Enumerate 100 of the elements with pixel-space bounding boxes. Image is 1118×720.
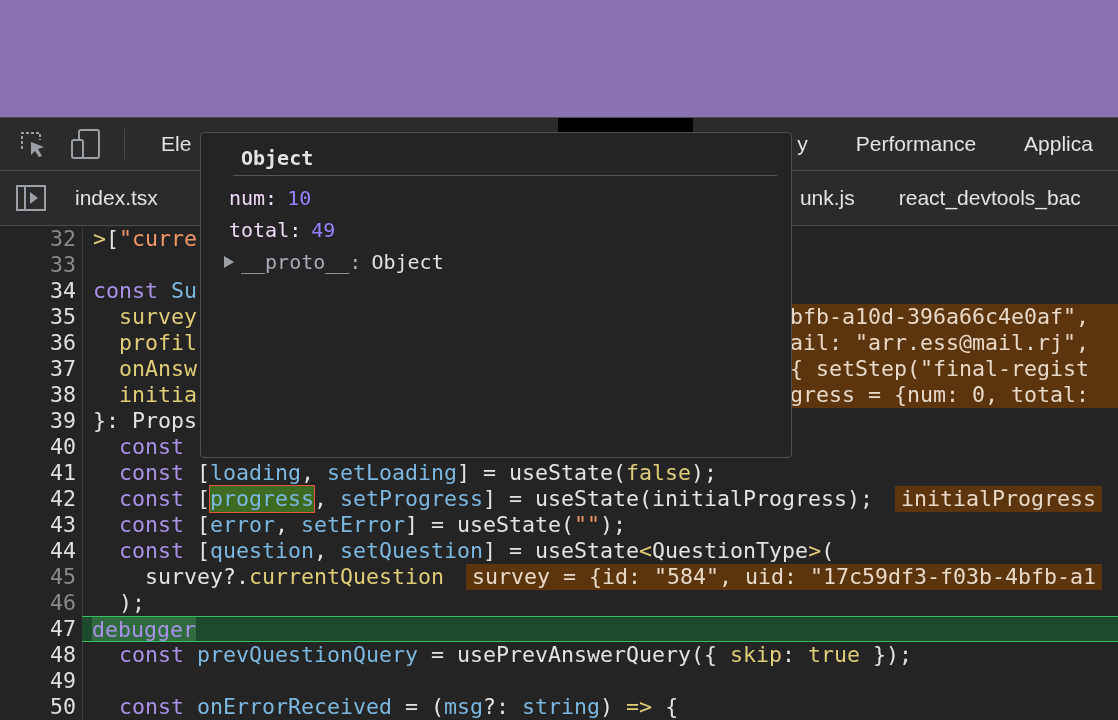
file-tab[interactable]: index.tsx <box>75 186 158 210</box>
code-token: ] = useState <box>483 538 640 564</box>
code-token: [ <box>196 512 211 538</box>
code-token: msg <box>444 694 484 720</box>
code-token: onAnsw <box>118 356 197 382</box>
line-number[interactable]: 32 <box>0 226 83 252</box>
code-token: currentQuestion <box>249 564 445 590</box>
code-token: { <box>664 694 679 720</box>
line-number[interactable]: 44 <box>0 538 83 564</box>
code-token: = usePrevAnswerQuery({ <box>430 642 719 668</box>
code-token: prevQuestionQuery <box>196 642 419 668</box>
hovered-token: progress <box>210 486 315 512</box>
sidebar-toggle-icon[interactable] <box>16 185 46 211</box>
code-token: true <box>808 642 861 668</box>
code-token: onErrorReceived <box>196 694 393 720</box>
line-number[interactable]: 36 <box>0 330 83 356</box>
code-token: [ <box>106 226 120 252</box>
line-number[interactable]: 41 <box>0 460 83 486</box>
panel-tab[interactable]: Performance <box>855 132 977 156</box>
code-token: , <box>314 486 329 512</box>
code-token: [ <box>196 538 211 564</box>
line-number[interactable]: 43 <box>0 512 83 538</box>
code-token: , <box>314 538 329 564</box>
code-token: string <box>522 694 601 720</box>
code-token: = ( <box>404 694 445 720</box>
code-token: const <box>118 642 184 668</box>
panel-tab[interactable]: y <box>797 132 808 156</box>
code-token: "curre <box>119 226 198 252</box>
file-tab[interactable]: unk.js <box>799 186 855 210</box>
code-token: survey?. <box>144 564 249 590</box>
panel-tab[interactable]: Applica <box>1024 132 1093 156</box>
code-token: : <box>782 642 797 668</box>
line-number[interactable]: 46 <box>0 590 83 616</box>
code-token: ] = useState( <box>457 460 627 486</box>
property-key: total: <box>229 214 302 246</box>
code-token: const <box>118 434 184 460</box>
line-number[interactable]: 38 <box>0 382 83 408</box>
code-token: => <box>626 694 653 720</box>
code-token: [ <box>196 460 211 486</box>
code-token: skip <box>730 642 783 668</box>
line-number[interactable]: 35 <box>0 304 83 330</box>
code-token: setLoading <box>327 460 458 486</box>
property-key: __proto__: <box>241 246 362 278</box>
line-number[interactable]: 49 <box>0 668 83 694</box>
code-token: ?: <box>483 694 511 720</box>
code-token: error <box>210 512 276 538</box>
line-number[interactable]: 39 <box>0 408 83 434</box>
code-token: setError <box>301 512 406 538</box>
code-token: "" <box>574 512 601 538</box>
code-token: initia <box>118 382 197 408</box>
file-tab[interactable]: react_devtools_bac <box>898 186 1081 210</box>
code-token: profil <box>118 330 197 356</box>
device-toolbar-icon[interactable] <box>70 128 102 160</box>
line-number[interactable]: 50 <box>0 694 83 720</box>
code-token: ); <box>118 590 145 616</box>
code-token: false <box>626 460 692 486</box>
code-token: question <box>210 538 315 564</box>
expand-triangle-icon[interactable] <box>223 255 235 269</box>
code-token: [ <box>196 486 211 512</box>
code-token: > <box>93 226 106 252</box>
line-number[interactable]: 45 <box>0 564 83 590</box>
code-token: const <box>118 538 184 564</box>
inline-value: initialProgress <box>895 486 1103 512</box>
code-token: }: Props <box>93 408 197 434</box>
line-number[interactable]: 34 <box>0 278 83 304</box>
code-token: ] = useState( <box>405 512 575 538</box>
line-number[interactable]: 40 <box>0 434 83 460</box>
code-token: const <box>118 486 184 512</box>
code-token: ); <box>600 512 627 538</box>
property-value: Object <box>371 249 444 276</box>
code-token: ( <box>821 538 835 564</box>
property-key: num: <box>229 182 278 214</box>
line-number[interactable]: 33 <box>0 252 83 278</box>
line-number[interactable]: 37 <box>0 356 83 382</box>
paused-statement: debugger <box>92 617 196 641</box>
inline-value: survey = {id: "584", uid: "17c59df3-f03b-4bfb-a1 <box>466 564 1103 590</box>
code-token: , <box>275 512 290 538</box>
code-token: > <box>808 538 822 564</box>
code-token: survey <box>118 304 197 330</box>
code-token: const <box>93 278 158 304</box>
code-token: Su <box>170 278 198 304</box>
code-token: ] = useState(initialProgress); <box>483 486 874 512</box>
code-token: loading <box>210 460 302 486</box>
code-token: , <box>301 460 316 486</box>
code-token: setQuestion <box>340 538 484 564</box>
popover-title: Object <box>240 145 315 171</box>
property-value: 49 <box>311 217 336 244</box>
code-token: const <box>118 460 184 486</box>
code-token: QuestionType <box>652 538 809 564</box>
code-token: ); <box>691 460 718 486</box>
code-token: setProgress <box>340 486 484 512</box>
line-number[interactable]: 42 <box>0 486 83 512</box>
code-token: }); <box>872 642 913 668</box>
code-token: const <box>118 512 184 538</box>
line-number[interactable]: 48 <box>0 642 83 668</box>
property-value: 10 <box>287 185 312 212</box>
code-token: const <box>118 694 184 720</box>
panel-tab[interactable]: Ele <box>161 132 192 156</box>
code-token: ) <box>600 694 615 720</box>
code-token: < <box>639 538 653 564</box>
